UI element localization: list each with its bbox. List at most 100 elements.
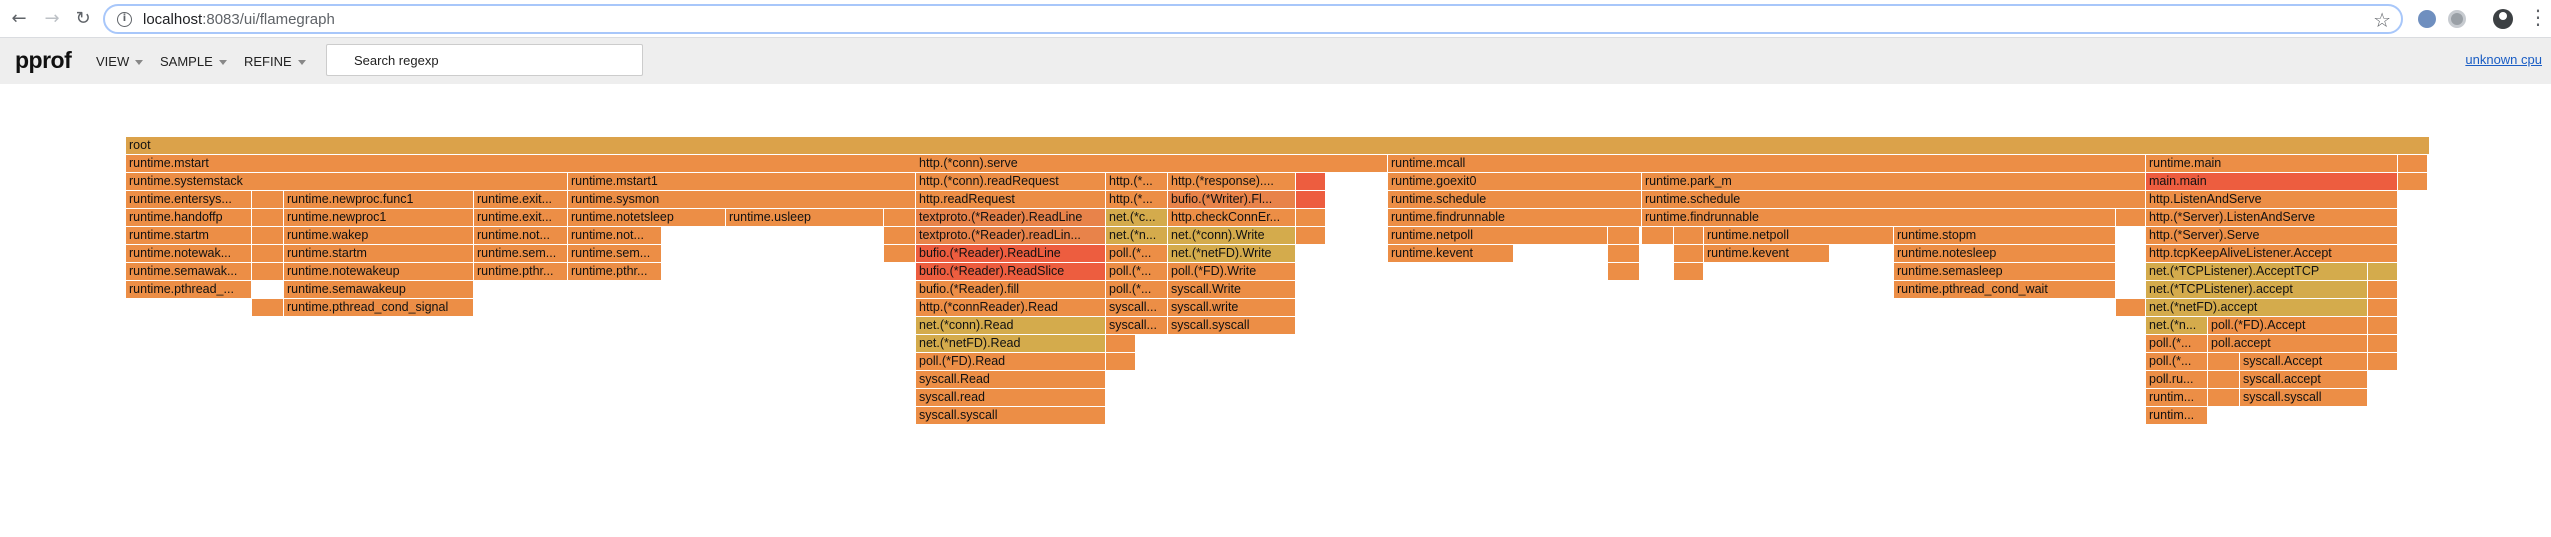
menu-view[interactable]: VIEW — [96, 54, 144, 69]
flame-frame[interactable]: root — [126, 137, 2430, 154]
flame-frame[interactable] — [884, 227, 916, 244]
flame-frame[interactable]: main.main — [2146, 173, 2398, 190]
flame-frame[interactable]: poll.(*FD).Read — [916, 353, 1106, 370]
flame-frame[interactable]: runtime.handoffp — [126, 209, 252, 226]
flame-frame[interactable]: runtime.exit... — [474, 191, 568, 208]
flame-frame[interactable]: runtime.kevent — [1388, 245, 1514, 262]
menu-refine[interactable]: REFINE — [244, 54, 306, 69]
flame-frame[interactable]: net.(*TCPListener).AcceptTCP — [2146, 263, 2368, 280]
flame-frame[interactable]: syscall... — [1106, 317, 1168, 334]
flame-frame[interactable] — [1674, 263, 1704, 280]
flame-frame[interactable] — [1608, 263, 1640, 280]
flame-frame[interactable]: runtime.newproc1 — [284, 209, 474, 226]
flame-frame[interactable]: poll.(*... — [2146, 335, 2208, 352]
flame-frame[interactable]: runtime.entersys... — [126, 191, 252, 208]
flame-frame[interactable]: net.(*netFD).Read — [916, 335, 1106, 352]
info-icon[interactable]: i — [117, 12, 132, 27]
flame-frame[interactable]: http.(*conn).serve — [916, 155, 1388, 172]
flame-frame[interactable]: runtime.kevent — [1704, 245, 1830, 262]
flame-frame[interactable]: syscall.syscall — [1168, 317, 1296, 334]
flame-frame[interactable]: runtime.main — [2146, 155, 2398, 172]
flame-frame[interactable] — [252, 191, 284, 208]
arrow-left-icon[interactable]: ← — [7, 7, 31, 31]
flame-frame[interactable] — [2368, 335, 2398, 352]
flame-frame[interactable]: poll.(*... — [2146, 353, 2208, 370]
flame-frame[interactable] — [2368, 353, 2398, 370]
flame-frame[interactable]: http.tcpKeepAliveListener.Accept — [2146, 245, 2398, 262]
flame-frame[interactable] — [1296, 173, 1326, 190]
flame-frame[interactable]: runtime.newproc.func1 — [284, 191, 474, 208]
flame-frame[interactable]: runtime.sem... — [568, 245, 662, 262]
more-menu-icon[interactable]: ⋮ — [2528, 5, 2548, 29]
flame-frame[interactable] — [884, 209, 916, 226]
flame-frame[interactable] — [1296, 227, 1326, 244]
flame-frame[interactable] — [2116, 299, 2146, 316]
flame-frame[interactable]: syscall.Accept — [2240, 353, 2368, 370]
account-icon[interactable] — [2493, 9, 2513, 29]
flame-frame[interactable]: runtime.systemstack — [126, 173, 568, 190]
flame-frame[interactable]: http.ListenAndServe — [2146, 191, 2398, 208]
flame-frame[interactable]: runtime.schedule — [1388, 191, 1642, 208]
flame-frame[interactable]: net.(*netFD).accept — [2146, 299, 2368, 316]
flame-frame[interactable]: net.(*n... — [2146, 317, 2208, 334]
flame-frame[interactable]: syscall.read — [916, 389, 1106, 406]
profile-type-link[interactable]: unknown cpu — [2465, 52, 2542, 67]
flame-frame[interactable]: net.(*n... — [1106, 227, 1168, 244]
bookmark-star-icon[interactable]: ☆ — [2373, 8, 2391, 32]
arrow-right-icon[interactable]: → — [40, 7, 64, 31]
flame-frame[interactable]: runtime.not... — [474, 227, 568, 244]
flame-frame[interactable]: runtime.semasleep — [1894, 263, 2116, 280]
flame-frame[interactable]: syscall.accept — [2240, 371, 2368, 388]
flame-frame[interactable] — [252, 245, 284, 262]
flame-frame[interactable] — [1106, 335, 1136, 352]
flame-frame[interactable]: http.(*response).... — [1168, 173, 1296, 190]
flame-frame[interactable]: syscall.write — [1168, 299, 1296, 316]
flame-frame[interactable]: runtime.schedule — [1642, 191, 2146, 208]
flame-frame[interactable]: poll.(*... — [1106, 281, 1168, 298]
flame-frame[interactable] — [2368, 317, 2398, 334]
flame-frame[interactable] — [1674, 227, 1704, 244]
flame-frame[interactable]: http.(*... — [1106, 173, 1168, 190]
flame-frame[interactable] — [2368, 281, 2398, 298]
flame-frame[interactable]: runtime.findrunnable — [1642, 209, 2116, 226]
flame-frame[interactable] — [252, 299, 284, 316]
flame-frame[interactable]: syscall... — [1106, 299, 1168, 316]
flame-frame[interactable] — [1106, 353, 1136, 370]
flame-frame[interactable]: runtime.not... — [568, 227, 662, 244]
flame-frame[interactable]: runtime.pthr... — [568, 263, 662, 280]
flame-frame[interactable]: runtime.mstart — [126, 155, 918, 172]
flame-frame[interactable] — [1642, 227, 1674, 244]
flame-frame[interactable] — [1296, 209, 1326, 226]
flame-frame[interactable]: bufio.(*Writer).Fl... — [1168, 191, 1296, 208]
flame-frame[interactable]: runtime.semawakeup — [284, 281, 474, 298]
flame-frame[interactable]: runtime.goexit0 — [1388, 173, 1642, 190]
url-text[interactable]: localhost:8083/ui/flamegraph — [143, 11, 335, 28]
flame-frame[interactable] — [1608, 245, 1640, 262]
flame-frame[interactable]: net.(*c... — [1106, 209, 1168, 226]
flame-frame[interactable]: http.(*... — [1106, 191, 1168, 208]
flame-frame[interactable] — [2398, 173, 2428, 190]
flame-frame[interactable] — [2368, 299, 2398, 316]
flame-frame[interactable]: runtime.pthread_... — [126, 281, 252, 298]
flame-frame[interactable]: runtime.startm — [126, 227, 252, 244]
flame-frame[interactable]: runtime.notewak... — [126, 245, 252, 262]
flame-frame[interactable]: http.checkConnEr... — [1168, 209, 1296, 226]
flame-frame[interactable]: http.(*Server).Serve — [2146, 227, 2398, 244]
flame-frame[interactable] — [2398, 155, 2428, 172]
flame-frame[interactable]: syscall.Read — [916, 371, 1106, 388]
flame-frame[interactable] — [2208, 389, 2240, 406]
extension-icon[interactable] — [2448, 10, 2466, 28]
flame-frame[interactable]: runtime.stopm — [1894, 227, 2116, 244]
flame-frame[interactable]: runtim... — [2146, 407, 2208, 424]
flame-frame[interactable]: textproto.(*Reader).readLin... — [916, 227, 1106, 244]
flame-frame[interactable]: runtime.netpoll — [1704, 227, 1894, 244]
flame-frame[interactable]: runtime.netpoll — [1388, 227, 1608, 244]
flame-frame[interactable]: poll.(*FD).Write — [1168, 263, 1296, 280]
flame-frame[interactable]: runtime.park_m — [1642, 173, 2146, 190]
flame-frame[interactable]: poll.(*... — [1106, 263, 1168, 280]
flame-frame[interactable]: runtime.pthr... — [474, 263, 568, 280]
flame-frame[interactable]: runtime.pthread_cond_wait — [1894, 281, 2116, 298]
flame-frame[interactable]: runtime.startm — [284, 245, 474, 262]
flame-frame[interactable]: runtime.sem... — [474, 245, 568, 262]
flame-frame[interactable] — [2116, 209, 2146, 226]
